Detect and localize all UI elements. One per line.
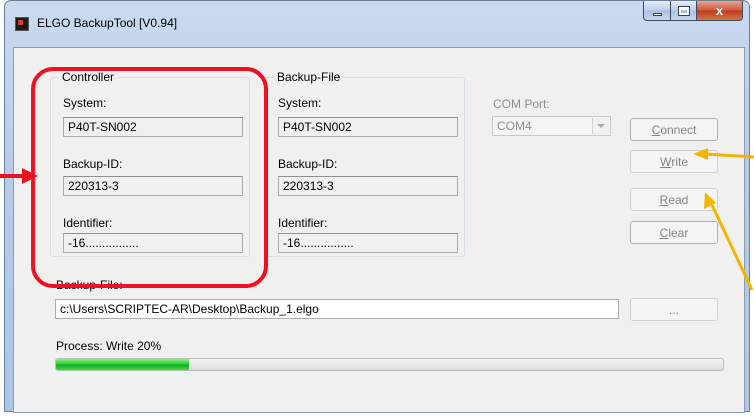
window-title: ELGO BackupTool [V0.94] (37, 16, 178, 30)
write-mnemonic: W (660, 154, 672, 169)
connect-label: onnect (660, 122, 697, 137)
com-port-label: COM Port: (493, 97, 550, 111)
backup-identifier-label: Identifier: (278, 216, 328, 230)
write-button[interactable]: Write (630, 150, 718, 173)
highlight-box (31, 67, 268, 288)
clear-mnemonic: C (659, 225, 669, 240)
backup-file-group: Backup-File System: P40T-SN002 Backup-ID… (265, 70, 465, 257)
caption-buttons: x (643, 1, 743, 23)
read-label: ead (668, 192, 689, 207)
backup-system-label: System: (278, 96, 322, 110)
app-icon (15, 17, 29, 31)
minimize-button[interactable] (643, 1, 671, 21)
backup-file-group-title: Backup-File (274, 70, 344, 84)
progress-bar (55, 358, 724, 371)
backup-system-field[interactable]: P40T-SN002 (278, 117, 458, 137)
connect-mnemonic: C (651, 122, 661, 137)
close-button[interactable]: x (697, 1, 743, 21)
close-icon: x (715, 3, 724, 18)
title-bar[interactable]: ELGO BackupTool [V0.94] x (5, 1, 749, 47)
maximize-button[interactable] (671, 1, 697, 21)
backup-identifier-field[interactable]: -16................ (278, 233, 458, 253)
backup-path-input[interactable]: c:\Users\SCRIPTEC-AR\Desktop\Backup_1.el… (55, 299, 619, 319)
clear-button[interactable]: Clear (630, 221, 718, 244)
backup-backup-id-label: Backup-ID: (278, 157, 338, 171)
browse-button[interactable]: ... (630, 298, 718, 321)
browse-label: ... (668, 302, 679, 317)
maximize-icon (677, 5, 690, 16)
backup-backup-id-field[interactable]: 220313-3 (278, 176, 458, 196)
read-mnemonic: R (659, 192, 669, 207)
minimize-icon (652, 13, 662, 16)
clear-label: lear (668, 225, 689, 240)
connect-button[interactable]: Connect (630, 118, 718, 141)
read-button[interactable]: Read (630, 188, 718, 211)
write-label: rite (671, 154, 688, 169)
process-label: Process: Write 20% (56, 339, 162, 353)
com-port-select[interactable]: COM4 (492, 116, 611, 136)
com-port-value: COM4 (497, 119, 532, 133)
chevron-down-icon[interactable] (592, 118, 609, 134)
progress-fill (56, 359, 190, 370)
